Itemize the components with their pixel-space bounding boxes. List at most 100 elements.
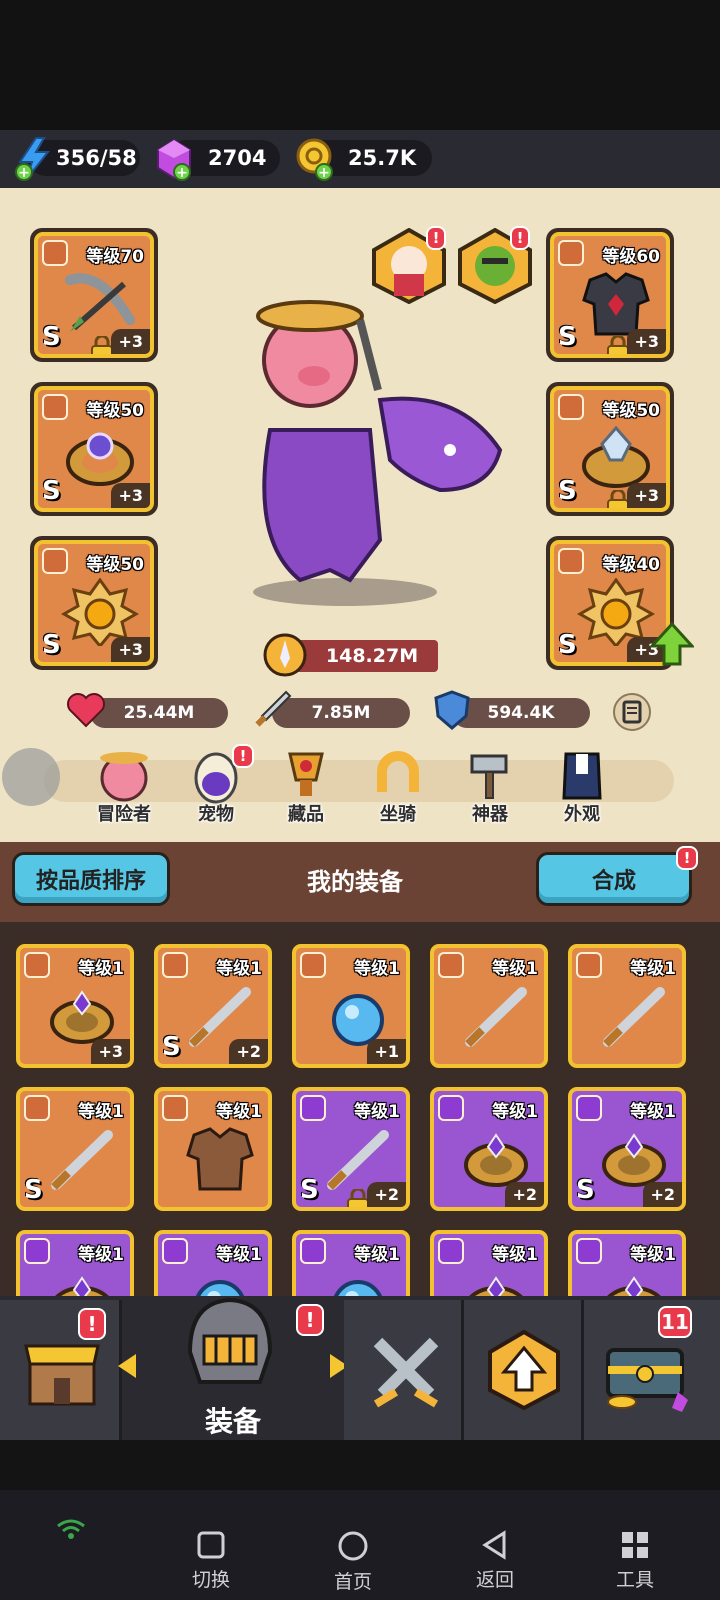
nav-back-label: 返回 — [475, 1569, 514, 1591]
slot-grade: S — [558, 476, 577, 506]
ring-tag-icon — [576, 1238, 602, 1264]
hammer-icon — [470, 754, 508, 799]
outfit-icon — [562, 752, 602, 800]
item-grade: S — [300, 1175, 319, 1205]
circle-icon — [338, 1531, 368, 1561]
hero-slot-armor[interactable]: 等级60 S +3 — [546, 228, 674, 362]
tab-label: 神器 — [472, 804, 508, 825]
ring-tag-icon — [42, 394, 68, 420]
hero-slot-weapon[interactable]: 等级70 S +3 — [30, 228, 158, 362]
nav-upgrade[interactable] — [464, 1300, 584, 1440]
tab-appearance[interactable]: 外观 — [542, 748, 622, 828]
slot-plus: +3 — [627, 483, 666, 508]
game-screen: { "resources": { "energy": "356/58", "ge… — [0, 0, 720, 1600]
inventory-item[interactable]: 等级1 +3 — [12, 940, 138, 1072]
inventory-item[interactable]: 等级1 S +2 — [564, 1083, 690, 1215]
slot-level: 等级50 — [86, 401, 144, 421]
hero-slot-amulet[interactable]: 等级50 S +3 — [30, 536, 158, 670]
sort-by-quality-button[interactable]: 按品质排序 — [12, 852, 170, 906]
weapon-icon — [603, 987, 665, 1047]
hero-character — [253, 300, 503, 606]
amulet-tag-icon — [558, 548, 584, 574]
nav-tools[interactable]: 工具 — [600, 1530, 670, 1592]
inventory-item[interactable]: 等级1 S +2 — [288, 1083, 414, 1215]
weapon-icon — [465, 987, 527, 1047]
nav-home[interactable]: 首页 — [318, 1530, 388, 1594]
tab-artifact[interactable]: 神器 — [450, 748, 530, 828]
item-plus: +2 — [505, 1182, 544, 1207]
hp-stat: 25.44M — [90, 698, 228, 728]
sword-icon — [255, 690, 292, 727]
ring-icon — [469, 1276, 523, 1296]
alert-badge: ! — [296, 1304, 324, 1336]
item-plus: +2 — [367, 1182, 406, 1207]
hero-slot-ring-2[interactable]: 等级50 S +3 — [546, 382, 674, 516]
status-area — [0, 0, 720, 130]
alert-badge: ! — [78, 1308, 106, 1340]
square-icon — [197, 1531, 225, 1559]
item-level: 等级1 — [216, 1102, 262, 1122]
alert-badge: ! — [510, 226, 530, 250]
energy-icon: + — [15, 137, 51, 181]
inventory-item[interactable]: 等级1 — [150, 1083, 276, 1215]
inventory-item[interactable]: 等级1 S — [12, 1083, 138, 1215]
nav-switch-label: 切换 — [191, 1569, 230, 1591]
nav-battle[interactable] — [344, 1300, 464, 1440]
grid-icon — [622, 1532, 648, 1558]
energy-value: 356/58 — [56, 146, 137, 170]
item-level: 等级1 — [78, 959, 124, 979]
amulet-icon — [576, 578, 656, 646]
slot-level: 等级50 — [86, 555, 144, 575]
svg-text:+: + — [318, 165, 330, 181]
inventory-item[interactable]: 等级1 — [426, 1226, 552, 1296]
slot-level: 等级40 — [602, 555, 660, 575]
hero-slot-ring[interactable]: 等级50 S +3 — [30, 382, 158, 516]
nav-back[interactable]: 返回 — [460, 1530, 530, 1592]
inventory-item[interactable]: 等级1 S +2 — [150, 940, 276, 1072]
back-triangle-icon — [482, 1530, 506, 1560]
left-arrow-icon — [118, 1354, 136, 1378]
horseshoe-icon — [377, 751, 419, 792]
amulet-tag-icon — [42, 548, 68, 574]
side-scroll-handle[interactable] — [2, 748, 60, 806]
upgrade-icon — [488, 1329, 560, 1411]
tab-mount[interactable]: 坐骑 — [358, 748, 438, 828]
item-level: 等级1 — [630, 1102, 676, 1122]
merge-button[interactable]: 合成 — [536, 852, 692, 906]
inventory-item[interactable]: 等级1 +1 — [288, 940, 414, 1072]
item-grade: S — [162, 1032, 181, 1062]
item-level: 等级1 — [354, 1245, 400, 1265]
inventory-item[interactable]: 等级1 +2 — [426, 1083, 552, 1215]
tab-adventurer[interactable]: 冒险者 — [84, 748, 164, 828]
alert-badge: ! — [676, 846, 698, 870]
tab-label: 坐骑 — [380, 804, 416, 825]
nav-chest[interactable] — [584, 1300, 720, 1440]
weapon-tag-icon — [300, 1095, 326, 1121]
item-level: 等级1 — [354, 959, 400, 979]
weapon-tag-icon — [42, 240, 68, 266]
slot-plus: +3 — [111, 637, 150, 662]
nav-switch[interactable]: 切换 — [176, 1530, 246, 1592]
nav-active-label: 装备 — [204, 1405, 261, 1438]
tab-label: 藏品 — [288, 804, 324, 825]
inventory-item[interactable]: 等级1 — [564, 1226, 690, 1296]
inventory-item[interactable]: 等级1 — [12, 1226, 138, 1296]
gem-value: 2704 — [208, 146, 267, 170]
item-level: 等级1 — [492, 1245, 538, 1265]
slot-plus: +3 — [111, 329, 150, 354]
inventory-list: 等级1 +3 等级1 S +2 等级1 +1 等级1 等级1 等级1 S 等级1 等级1 S +2 等级1 +2… — [0, 940, 720, 1296]
gem-icon: + — [157, 138, 191, 181]
ring-tag-icon — [24, 1238, 50, 1264]
inventory-item[interactable]: 等级1 — [564, 940, 690, 1072]
tab-collection[interactable]: 藏品 — [266, 748, 346, 828]
inventory-item[interactable]: 等级1 — [150, 1226, 276, 1296]
inventory-item[interactable]: 等级1 — [288, 1226, 414, 1296]
weapon-tag-icon — [438, 952, 464, 978]
inventory-item[interactable]: 等级1 — [426, 940, 552, 1072]
nav-home-label: 首页 — [333, 1571, 372, 1593]
tab-label: 外观 — [564, 804, 600, 825]
ring-tag-icon — [558, 394, 584, 420]
item-level: 等级1 — [630, 1245, 676, 1265]
details-icon[interactable] — [612, 692, 652, 732]
power-icon — [263, 633, 307, 677]
